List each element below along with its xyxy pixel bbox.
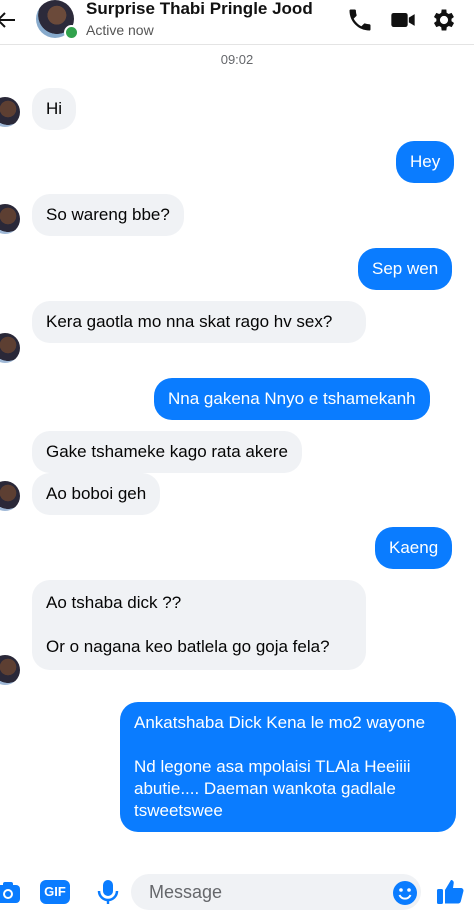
- outgoing-message[interactable]: Hey: [396, 141, 455, 183]
- gear-icon[interactable]: [430, 6, 458, 34]
- sender-avatar[interactable]: [0, 333, 20, 363]
- incoming-message[interactable]: Hi: [32, 88, 77, 130]
- emoji-icon[interactable]: [392, 880, 418, 906]
- chat-header: Surprise Thabi Pringle Jood Active now: [0, 0, 474, 45]
- sender-avatar[interactable]: [0, 97, 20, 127]
- sender-avatar[interactable]: [0, 481, 20, 511]
- outgoing-message[interactable]: Kaeng: [375, 527, 453, 569]
- outgoing-message[interactable]: Nna gakena Nnyo e tshamekanh: [154, 378, 430, 420]
- conversation-timestamp: 09:02: [220, 52, 254, 67]
- incoming-message[interactable]: Kera gaotla mo nna skat rago hv sex?: [32, 301, 366, 343]
- sender-avatar[interactable]: [0, 655, 20, 685]
- incoming-message[interactable]: Ao tshaba dick ?? Or o nagana keo batlel…: [32, 580, 366, 670]
- thumbs-up-icon[interactable]: [434, 876, 466, 908]
- gif-button[interactable]: GIF: [40, 880, 70, 904]
- composer-bar: GIF: [0, 868, 474, 911]
- message-input[interactable]: [131, 874, 421, 910]
- gif-label: GIF: [44, 884, 66, 899]
- microphone-icon[interactable]: [94, 878, 122, 906]
- incoming-message[interactable]: Gake tshameke kago rata akere: [32, 431, 302, 473]
- video-camera-icon[interactable]: [389, 6, 417, 34]
- online-status-dot: [64, 25, 79, 40]
- phone-icon[interactable]: [346, 6, 374, 34]
- back-arrow-icon[interactable]: [0, 8, 18, 32]
- incoming-message[interactable]: So wareng bbe?: [32, 194, 184, 236]
- contact-name[interactable]: Surprise Thabi Pringle Jood: [86, 0, 313, 19]
- incoming-message[interactable]: Ao boboi geh: [32, 473, 161, 515]
- active-status: Active now: [86, 22, 154, 38]
- outgoing-message[interactable]: Ankatshaba Dick Kena le mo2 wayone Nd le…: [120, 702, 456, 832]
- camera-icon[interactable]: [0, 878, 22, 906]
- outgoing-message[interactable]: Sep wen: [358, 248, 453, 290]
- sender-avatar[interactable]: [0, 204, 20, 234]
